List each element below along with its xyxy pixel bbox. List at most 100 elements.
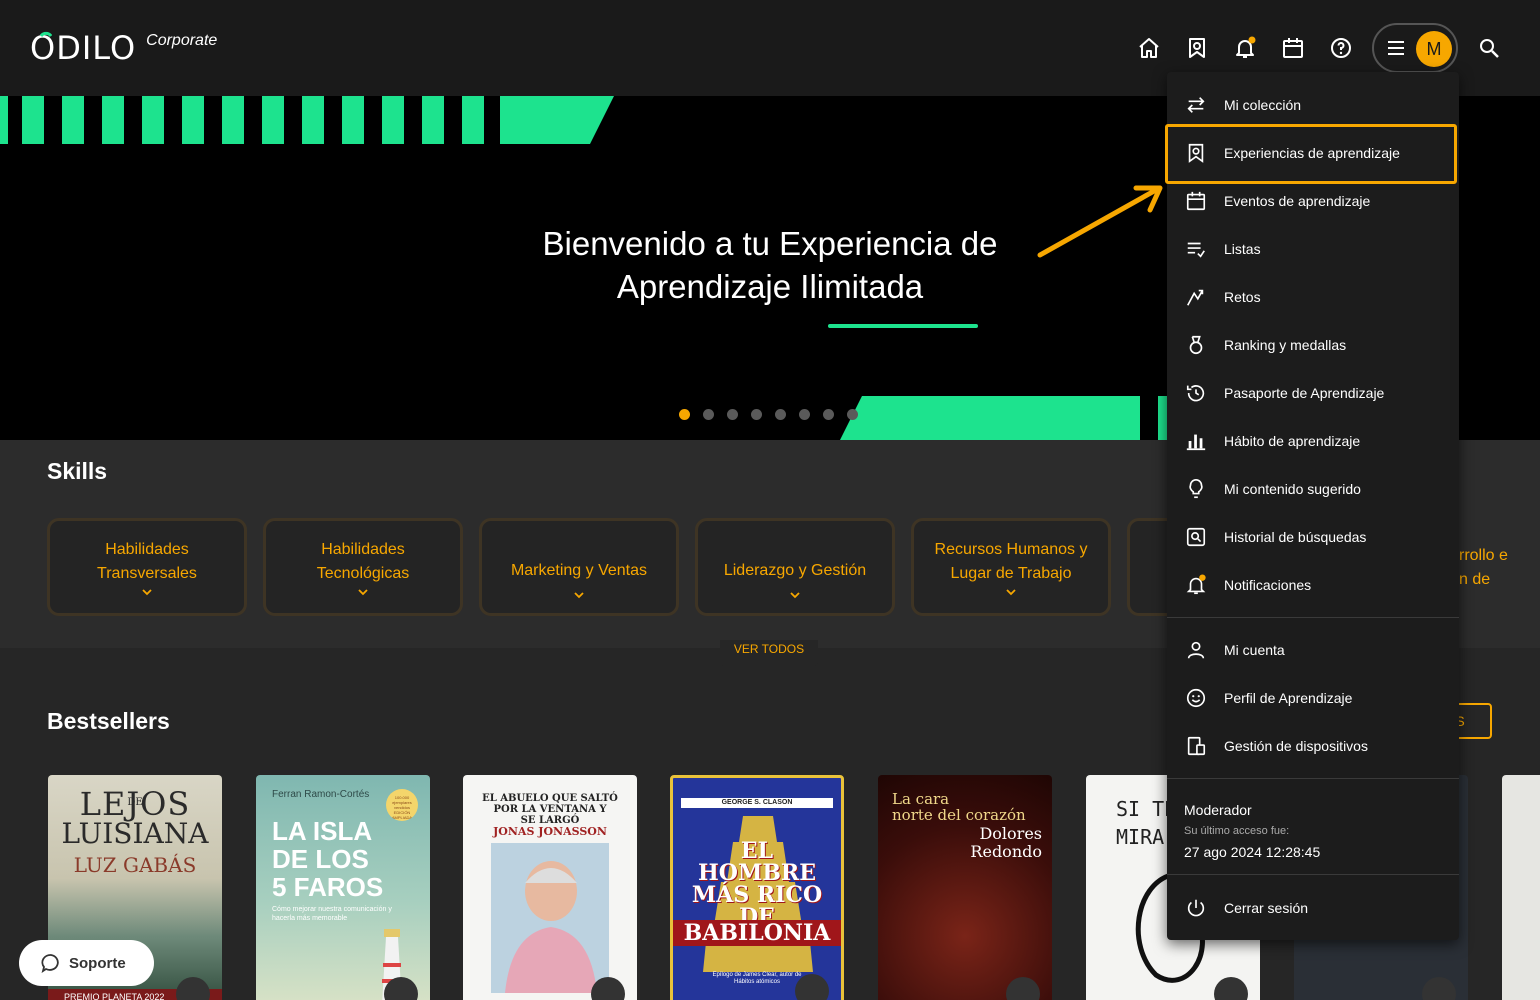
avatar[interactable]: M xyxy=(1416,31,1452,67)
skill-card-liderazgo[interactable]: Liderazgo y Gestión xyxy=(695,518,895,616)
book-author: LUZ GABÁS xyxy=(73,853,197,877)
carousel-dot-4[interactable] xyxy=(751,409,762,420)
menu-item-notificaciones[interactable]: Notificaciones xyxy=(1167,561,1459,609)
user-icon xyxy=(1184,638,1208,662)
challenge-icon xyxy=(1184,285,1208,309)
menu-divider xyxy=(1167,874,1459,875)
carousel-dot-1[interactable] xyxy=(679,409,690,420)
menu-item-pasaporte-de-aprendizaje[interactable]: Pasaporte de Aprendizaje xyxy=(1167,369,1459,417)
highlight-box xyxy=(1165,124,1457,184)
menu-item-eventos-de-aprendizaje[interactable]: Eventos de aprendizaje xyxy=(1167,177,1459,225)
menu-item-label: Listas xyxy=(1224,241,1261,257)
book-title-line1: EL xyxy=(740,838,774,864)
menu-item-gestion-de-dispositivos[interactable]: Gestión de dispositivos xyxy=(1167,722,1459,770)
book-title-line3: MÁS RICO xyxy=(691,882,823,908)
book-author: Ferran Ramon-Cortés xyxy=(272,789,370,800)
skill-card-transversales[interactable]: Habilidades Transversales xyxy=(47,518,247,616)
menu-item-label: Hábito de aprendizaje xyxy=(1224,433,1361,449)
skills-title: Skills xyxy=(47,458,108,484)
skill-card-line2: Transversales xyxy=(97,565,197,582)
menu-item-cerrar-sesion[interactable]: Cerrar sesión xyxy=(1167,884,1459,932)
skill-card-recursos-humanos[interactable]: Recursos Humanos y Lugar de Trabajo xyxy=(911,518,1111,616)
user-role: Moderador xyxy=(1184,802,1252,818)
menu-item-habito-de-aprendizaje[interactable]: Hábito de aprendizaje xyxy=(1167,417,1459,465)
menu-item-ranking-y-medallas[interactable]: Ranking y medallas xyxy=(1167,321,1459,369)
menu-item-historial-de-busquedas[interactable]: Historial de búsquedas xyxy=(1167,513,1459,561)
devices-icon xyxy=(1184,734,1208,758)
book-format-icon xyxy=(1006,977,1040,1000)
calendar-icon[interactable] xyxy=(1275,30,1311,66)
search-icon[interactable] xyxy=(1471,30,1507,66)
skill-card-marketing[interactable]: Marketing y Ventas xyxy=(479,518,679,616)
book-cover-la-cara-norte-del-corazon[interactable]: La cara norte del corazón Dolores Redond… xyxy=(878,775,1052,1000)
book-cover-el-hombre-mas-rico-de-babilonia[interactable]: GEORGE S. CLASON EL HOMBRE MÁS RICO DE B… xyxy=(670,775,844,1000)
menu-item-label: Historial de búsquedas xyxy=(1224,529,1367,545)
old-man-illustration xyxy=(491,843,609,993)
menu-item-label: Eventos de aprendizaje xyxy=(1224,193,1371,209)
chevron-down-icon xyxy=(790,592,800,599)
menu-divider xyxy=(1167,617,1459,618)
skill-card-line2: n de xyxy=(1459,571,1491,588)
carousel-dot-7[interactable] xyxy=(823,409,834,420)
book-format-icon xyxy=(384,977,418,1000)
carousel-dot-8[interactable] xyxy=(847,409,858,420)
hero-title-line1: Bienvenido a tu Experiencia de xyxy=(542,225,998,262)
menu-item-label: Mi cuenta xyxy=(1224,642,1285,658)
menu-item-perfil-de-aprendizaje[interactable]: Perfil de Aprendizaje xyxy=(1167,674,1459,722)
book-author: GEORGE S. CLASON xyxy=(681,798,833,808)
skill-card-line1: Recursos Humanos y xyxy=(934,541,1088,558)
carousel-dot-2[interactable] xyxy=(703,409,714,420)
help-icon[interactable] xyxy=(1323,30,1359,66)
logo-subtitle: Corporate xyxy=(146,32,218,49)
menu-item-retos[interactable]: Retos xyxy=(1167,273,1459,321)
book-title-line5: BABILONIA xyxy=(673,920,841,946)
menu-item-label: Cerrar sesión xyxy=(1224,900,1309,916)
carousel-dot-5[interactable] xyxy=(775,409,786,420)
bar-chart-icon xyxy=(1184,429,1208,453)
book-author: JONAS JONASSON xyxy=(493,825,607,838)
skill-card-tecnologicas[interactable]: Habilidades Tecnológicas xyxy=(263,518,463,616)
menu-item-label: Mi contenido sugerido xyxy=(1224,481,1361,497)
home-icon[interactable] xyxy=(1131,30,1167,66)
book-author-line1: Dolores xyxy=(979,824,1042,843)
menu-item-label: Pasaporte de Aprendizaje xyxy=(1224,385,1385,401)
menu-item-listas[interactable]: Listas xyxy=(1167,225,1459,273)
lightbulb-icon xyxy=(1184,477,1208,501)
support-button[interactable]: Soporte xyxy=(19,940,154,986)
book-format-icon xyxy=(176,977,210,1000)
carousel-dot-3[interactable] xyxy=(727,409,738,420)
bell-icon[interactable] xyxy=(1227,30,1263,66)
menu-item-mi-cuenta[interactable]: Mi cuenta xyxy=(1167,626,1459,674)
book-cover-edge[interactable] xyxy=(1502,775,1540,1000)
hamburger-icon[interactable] xyxy=(1378,30,1414,66)
skill-card-line1: Habilidades xyxy=(321,541,405,558)
hero-title-line2: Aprendizaje Ilimitada xyxy=(616,268,924,305)
chevron-down-icon xyxy=(358,589,368,596)
book-cover-la-isla-de-los-5-faros[interactable]: Ferran Ramon-Cortés 100.000 ejemplares v… xyxy=(256,775,430,1000)
book-title-line1: EL ABUELO QUE SALTÓ xyxy=(482,793,618,804)
book-cover-el-abuelo[interactable]: EL ABUELO QUE SALTÓ POR LA VENTANA Y SE … xyxy=(463,775,637,1000)
book-title: LA ISLA DE LOS 5 FAROS xyxy=(272,817,383,901)
annotation-arrow-icon xyxy=(1037,185,1163,258)
skill-card-partial-right[interactable]: rrollo e n de xyxy=(1459,544,1539,592)
list-icon xyxy=(1184,237,1208,261)
history-icon xyxy=(1184,381,1208,405)
power-icon xyxy=(1184,896,1208,920)
bookmark-icon[interactable] xyxy=(1179,30,1215,66)
calendar-icon xyxy=(1184,189,1208,213)
skill-card-line1: rrollo e xyxy=(1459,547,1508,564)
book-format-icon xyxy=(591,977,625,1000)
bestsellers-title: Bestsellers xyxy=(47,708,170,734)
menu-item-mi-coleccion[interactable]: Mi colección xyxy=(1167,81,1459,129)
menu-item-label: Mi colección xyxy=(1224,97,1302,113)
menu-item-mi-contenido-sugerido[interactable]: Mi contenido sugerido xyxy=(1167,465,1459,513)
menu-item-label: Notificaciones xyxy=(1224,577,1312,593)
bell-icon xyxy=(1184,573,1208,597)
odilo-logo[interactable]: ODILO Corporate xyxy=(30,30,217,66)
book-badge-sticker: 100.000 ejemplares vendidos EDICIÓN AMPL… xyxy=(386,789,418,821)
book-format-icon xyxy=(795,974,829,1000)
ver-todos-button[interactable]: VER TODOS xyxy=(720,640,818,666)
carousel-dot-6[interactable] xyxy=(799,409,810,420)
swap-icon xyxy=(1184,93,1208,117)
skill-card-line2: Tecnológicas xyxy=(316,565,410,582)
